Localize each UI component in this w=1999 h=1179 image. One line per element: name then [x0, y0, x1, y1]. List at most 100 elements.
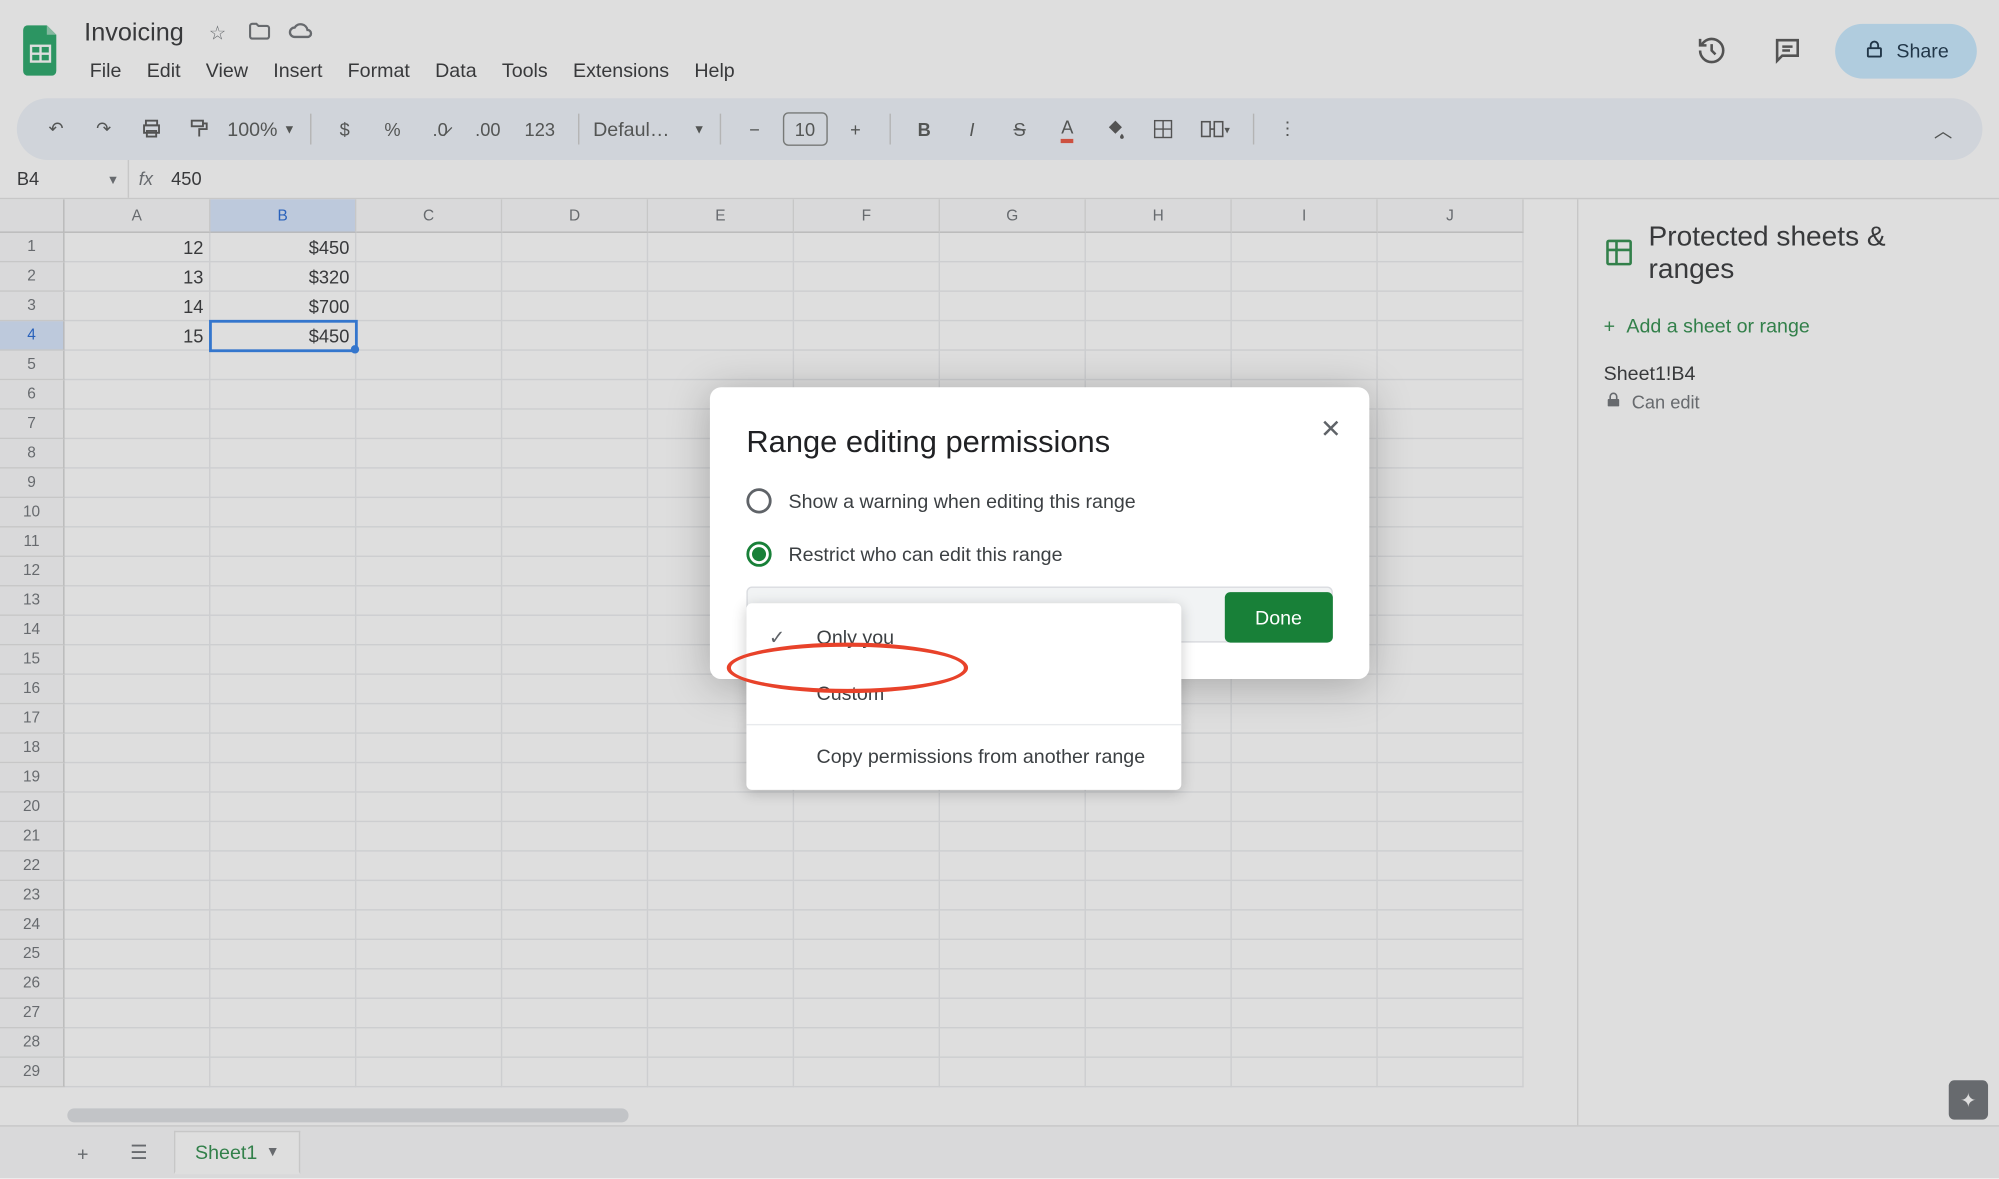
cell[interactable] — [1378, 704, 1524, 733]
cell[interactable] — [65, 881, 211, 910]
cell[interactable] — [210, 498, 356, 527]
cell[interactable] — [1232, 763, 1378, 792]
cell[interactable] — [648, 881, 794, 910]
cell[interactable] — [65, 351, 211, 380]
cell[interactable] — [65, 557, 211, 586]
column-header[interactable]: F — [794, 199, 940, 233]
cell[interactable]: 12 — [65, 233, 211, 262]
number-format-button[interactable]: 123 — [516, 109, 564, 148]
row-header[interactable]: 12 — [0, 557, 65, 586]
cell[interactable] — [1232, 852, 1378, 881]
cell[interactable] — [356, 645, 502, 674]
cell[interactable] — [65, 911, 211, 940]
cell[interactable] — [1378, 1028, 1524, 1057]
cell[interactable] — [210, 940, 356, 969]
row-header[interactable]: 10 — [0, 498, 65, 527]
cell[interactable] — [65, 1028, 211, 1057]
name-box[interactable]: B4▼ — [8, 160, 129, 198]
formula-input[interactable]: 450 — [163, 168, 202, 189]
borders-button[interactable] — [1143, 109, 1182, 148]
cell[interactable] — [794, 822, 940, 851]
cell[interactable] — [356, 616, 502, 645]
cell[interactable] — [65, 734, 211, 763]
cell[interactable] — [1232, 675, 1378, 704]
cell[interactable] — [1232, 911, 1378, 940]
cell[interactable] — [502, 734, 648, 763]
row-header[interactable]: 3 — [0, 292, 65, 321]
cell[interactable] — [1378, 822, 1524, 851]
cell[interactable] — [356, 439, 502, 468]
cell[interactable] — [794, 881, 940, 910]
cell[interactable] — [1378, 262, 1524, 291]
cell[interactable] — [1232, 881, 1378, 910]
cell[interactable] — [502, 881, 648, 910]
cell[interactable] — [1378, 969, 1524, 998]
cell[interactable] — [210, 675, 356, 704]
row-header[interactable]: 13 — [0, 586, 65, 615]
cell[interactable] — [502, 616, 648, 645]
cell[interactable] — [210, 763, 356, 792]
row-header[interactable]: 22 — [0, 852, 65, 881]
redo-button[interactable]: ↷ — [84, 109, 123, 148]
menu-tools[interactable]: Tools — [491, 53, 559, 87]
cell[interactable] — [210, 1058, 356, 1087]
cell[interactable] — [1086, 321, 1232, 350]
cell[interactable] — [794, 940, 940, 969]
cell[interactable] — [502, 999, 648, 1028]
cell[interactable]: 14 — [65, 292, 211, 321]
cell[interactable] — [940, 881, 1086, 910]
cell[interactable] — [1378, 1058, 1524, 1087]
menu-data[interactable]: Data — [424, 53, 488, 87]
cell[interactable] — [356, 351, 502, 380]
cell[interactable] — [1232, 233, 1378, 262]
cell[interactable] — [502, 822, 648, 851]
cell[interactable] — [502, 498, 648, 527]
cell[interactable] — [1086, 881, 1232, 910]
cell[interactable] — [1378, 881, 1524, 910]
cell[interactable] — [648, 292, 794, 321]
column-header[interactable]: D — [502, 199, 648, 233]
cell[interactable]: $700 — [210, 292, 356, 321]
increase-decimal-button[interactable]: .00 — [468, 109, 507, 148]
cell[interactable] — [794, 911, 940, 940]
cell[interactable] — [1378, 233, 1524, 262]
bold-button[interactable]: B — [905, 109, 944, 148]
font-dropdown[interactable]: Defaul…▼ — [593, 118, 705, 140]
cell[interactable] — [1378, 940, 1524, 969]
cell[interactable] — [502, 292, 648, 321]
cell[interactable] — [794, 852, 940, 881]
row-header[interactable]: 15 — [0, 645, 65, 674]
increase-fontsize-button[interactable]: + — [836, 109, 875, 148]
cell[interactable] — [356, 1058, 502, 1087]
cell[interactable] — [1378, 675, 1524, 704]
menu-format[interactable]: Format — [336, 53, 421, 87]
cell[interactable] — [1378, 528, 1524, 557]
row-header[interactable]: 24 — [0, 911, 65, 940]
cell[interactable] — [356, 1028, 502, 1057]
cell[interactable] — [65, 1058, 211, 1087]
cell[interactable] — [1232, 793, 1378, 822]
undo-button[interactable]: ↶ — [36, 109, 75, 148]
cell[interactable] — [648, 1058, 794, 1087]
cell[interactable] — [210, 351, 356, 380]
cell[interactable] — [502, 380, 648, 409]
zoom-dropdown[interactable]: 100% ▼ — [227, 118, 295, 140]
cell[interactable] — [940, 822, 1086, 851]
cell[interactable] — [356, 704, 502, 733]
dropdown-option-only-you[interactable]: ✓ Only you — [746, 609, 1181, 665]
cell[interactable] — [1086, 940, 1232, 969]
cell[interactable] — [502, 439, 648, 468]
collapse-toolbar-button[interactable]: ︿ — [1924, 109, 1963, 148]
row-header[interactable]: 28 — [0, 1028, 65, 1057]
cell[interactable] — [1086, 292, 1232, 321]
cell[interactable] — [648, 822, 794, 851]
cell[interactable] — [1378, 557, 1524, 586]
cell[interactable] — [65, 586, 211, 615]
row-header[interactable]: 14 — [0, 616, 65, 645]
column-header[interactable]: B — [210, 199, 356, 233]
cell[interactable] — [356, 469, 502, 498]
cell[interactable] — [1232, 262, 1378, 291]
cell[interactable] — [502, 262, 648, 291]
cell[interactable] — [1086, 911, 1232, 940]
cell[interactable] — [210, 734, 356, 763]
